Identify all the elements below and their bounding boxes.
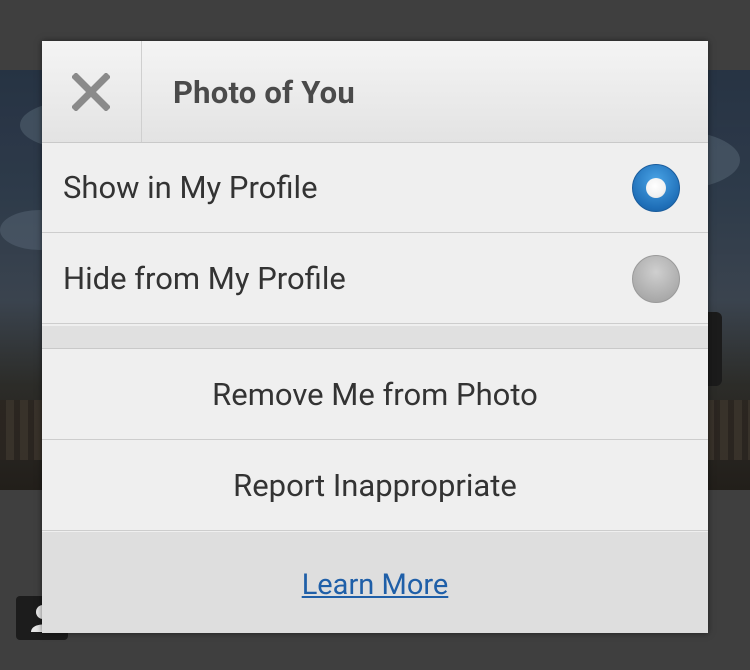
learn-more-link[interactable]: Learn More: [302, 568, 449, 602]
option-label: Show in My Profile: [63, 169, 318, 206]
dialog-header: Photo of You: [42, 41, 708, 143]
radio-button-unselected[interactable]: [632, 255, 680, 303]
option-show-in-profile[interactable]: Show in My Profile: [42, 142, 708, 233]
report-inappropriate-button[interactable]: Report Inappropriate: [42, 440, 708, 531]
close-icon: [72, 73, 110, 111]
background-panel-edge: [708, 312, 722, 386]
option-label: Hide from My Profile: [63, 260, 346, 297]
photo-of-you-dialog: Photo of You Show in My Profile Hide fro…: [42, 41, 708, 633]
section-divider: [42, 326, 708, 349]
dialog-title: Photo of You: [173, 74, 355, 111]
remove-me-button[interactable]: Remove Me from Photo: [42, 349, 708, 440]
option-hide-from-profile[interactable]: Hide from My Profile: [42, 233, 708, 324]
radio-button-selected[interactable]: [632, 164, 680, 212]
close-button[interactable]: [42, 41, 142, 142]
dialog-footer: Learn More: [42, 532, 708, 633]
